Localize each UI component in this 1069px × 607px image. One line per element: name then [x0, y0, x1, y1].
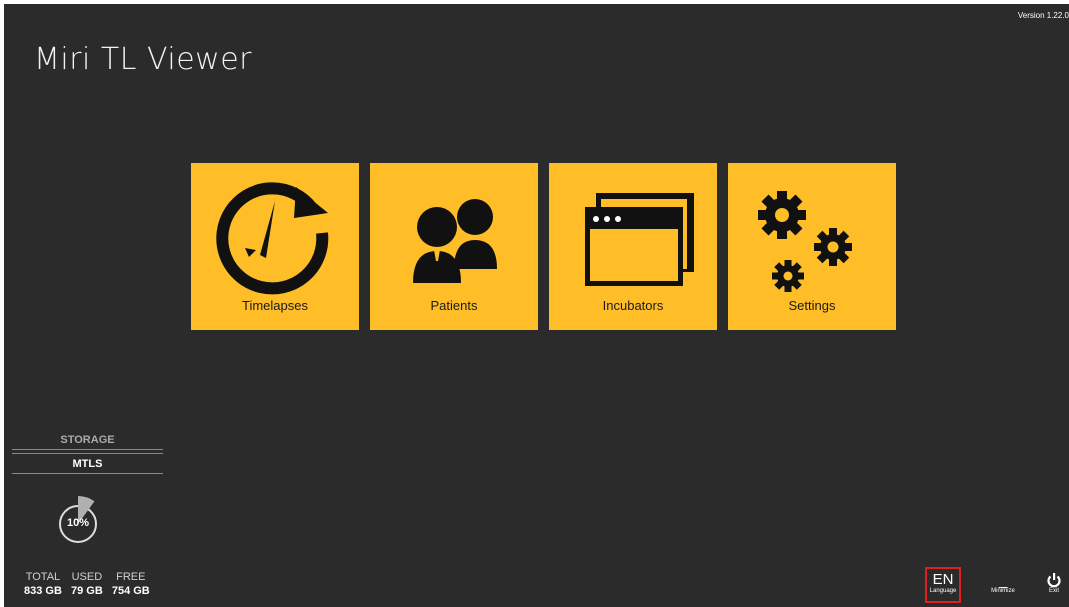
version-label: Version 1.22.0 [1017, 11, 1069, 20]
storage-free: FREE 754 GB [112, 571, 150, 597]
storage-used-label: USED [71, 571, 103, 583]
storage-panel: STORAGE MTLS [12, 434, 163, 474]
storage-total-label: TOTAL [25, 571, 61, 583]
tile-label: Patients [430, 298, 478, 313]
tile-patients[interactable]: Patients [370, 163, 538, 330]
storage-drive-name: MTLS [12, 453, 163, 474]
tile-label: Timelapses [242, 298, 308, 313]
tile-label: Incubators [602, 298, 664, 313]
tile-settings[interactable]: Settings [728, 163, 896, 330]
language-label: Language [929, 588, 957, 594]
minimize-icon: _ [998, 572, 1008, 589]
storage-free-label: FREE [116, 571, 146, 583]
storage-free-value: 754 GB [111, 585, 150, 597]
storage-usage-gauge [59, 496, 97, 543]
app-title: Miri TL Viewer [34, 42, 252, 77]
tile-label: Settings [788, 298, 836, 313]
minimize-button[interactable]: _ Minimize [983, 569, 1023, 603]
storage-stats: TOTAL 833 GB USED 79 GB FREE 754 GB [24, 571, 156, 597]
storage-used-value: 79 GB [70, 585, 103, 597]
storage-total-value: 833 GB [24, 585, 62, 597]
storage-total: TOTAL 833 GB [24, 571, 62, 597]
power-icon [1047, 573, 1061, 588]
storage-used: USED 79 GB [71, 571, 103, 597]
storage-heading: STORAGE [12, 434, 163, 450]
tile-timelapses[interactable]: Timelapses [191, 163, 359, 330]
minimize-label: Minimize [991, 588, 1015, 594]
storage-usage-percent: 10% [66, 517, 90, 529]
app-window: Version 1.22.0 Miri TL Viewer Timelapses… [4, 4, 1069, 607]
language-button[interactable]: EN Language [925, 567, 961, 603]
tile-incubators[interactable]: Incubators [549, 163, 717, 330]
exit-button[interactable]: Exit [1040, 569, 1068, 603]
exit-label: Exit [1048, 588, 1059, 594]
language-code: EN [932, 571, 954, 588]
